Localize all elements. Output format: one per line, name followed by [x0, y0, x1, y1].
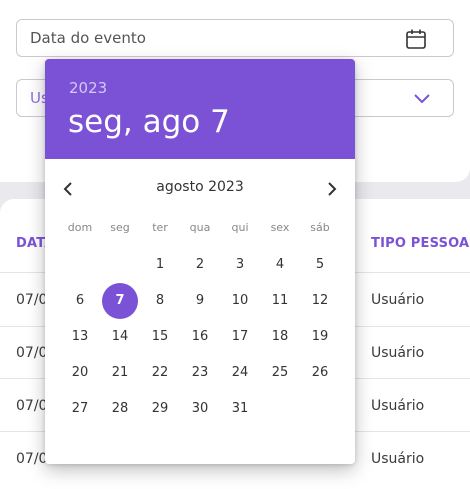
chevron-right-icon	[328, 182, 337, 196]
weekday-2: ter	[152, 221, 168, 234]
weekday-5: sex	[270, 221, 290, 234]
day-cell[interactable]: 31	[222, 391, 258, 427]
day-cell[interactable]: 9	[182, 283, 218, 319]
day-cell[interactable]: 29	[142, 391, 178, 427]
day-cell[interactable]: 16	[182, 319, 218, 355]
day-cell[interactable]: 14	[102, 319, 138, 355]
day-cell[interactable]: 8	[142, 283, 178, 319]
row-3-date: 07/0	[16, 398, 48, 414]
date-picker-dialog: 2023 seg, ago 7 agosto 2023 dom seg ter qua…	[45, 59, 355, 464]
day-selected[interactable]: 7	[102, 283, 138, 319]
day-cell[interactable]: 20	[62, 355, 98, 391]
day-cell[interactable]: 25	[262, 355, 298, 391]
picker-year[interactable]: 2023	[69, 79, 107, 97]
day-cell[interactable]: 21	[102, 355, 138, 391]
day-cell[interactable]: 10	[222, 283, 258, 319]
day-cell[interactable]: 26	[302, 355, 338, 391]
row-4-date: 07/0	[16, 451, 48, 467]
day-cell[interactable]: 4	[262, 247, 298, 283]
date-field-placeholder: Data do evento	[30, 29, 146, 47]
day-cell[interactable]: 5	[302, 247, 338, 283]
row-2-date: 07/0	[16, 345, 48, 361]
row-4-tipo: Usuário	[371, 451, 425, 467]
row-1-date: 07/0	[16, 292, 48, 308]
day-cell[interactable]: 23	[182, 355, 218, 391]
day-cell[interactable]: 12	[302, 283, 338, 319]
day-cell[interactable]: 24	[222, 355, 258, 391]
day-cell[interactable]: 22	[142, 355, 178, 391]
chevron-down-icon	[413, 91, 431, 110]
picker-selected-date: seg, ago 7	[68, 104, 230, 140]
day-cell[interactable]: 30	[182, 391, 218, 427]
header-tipo-pessoa[interactable]: TIPO PESSOA	[371, 236, 469, 251]
day-cell[interactable]: 15	[142, 319, 178, 355]
day-cell[interactable]: 6	[62, 283, 98, 319]
weekday-6: sáb	[310, 221, 330, 234]
day-cell[interactable]: 17	[222, 319, 258, 355]
weekday-4: qui	[231, 221, 249, 234]
date-picker-header: 2023 seg, ago 7	[45, 59, 355, 159]
month-label: agosto 2023	[156, 179, 244, 195]
date-field[interactable]: Data do evento	[16, 19, 454, 57]
row-3-tipo: Usuário	[371, 398, 425, 414]
next-month-button[interactable]	[321, 179, 341, 199]
day-cell[interactable]: 13	[62, 319, 98, 355]
weekday-3: qua	[189, 221, 211, 234]
weekday-0: dom	[67, 221, 93, 234]
row-1-tipo: Usuário	[371, 292, 425, 308]
row-2-tipo: Usuário	[371, 345, 425, 361]
day-cell[interactable]: 18	[262, 319, 298, 355]
day-cell[interactable]: 2	[182, 247, 218, 283]
calendar-icon[interactable]	[405, 28, 427, 54]
day-cell[interactable]: 19	[302, 319, 338, 355]
day-cell[interactable]: 11	[262, 283, 298, 319]
day-cell[interactable]: 27	[62, 391, 98, 427]
weekday-1: seg	[110, 221, 130, 234]
day-cell[interactable]: 28	[102, 391, 138, 427]
day-cell[interactable]: 1	[142, 247, 178, 283]
day-cell[interactable]: 3	[222, 247, 258, 283]
